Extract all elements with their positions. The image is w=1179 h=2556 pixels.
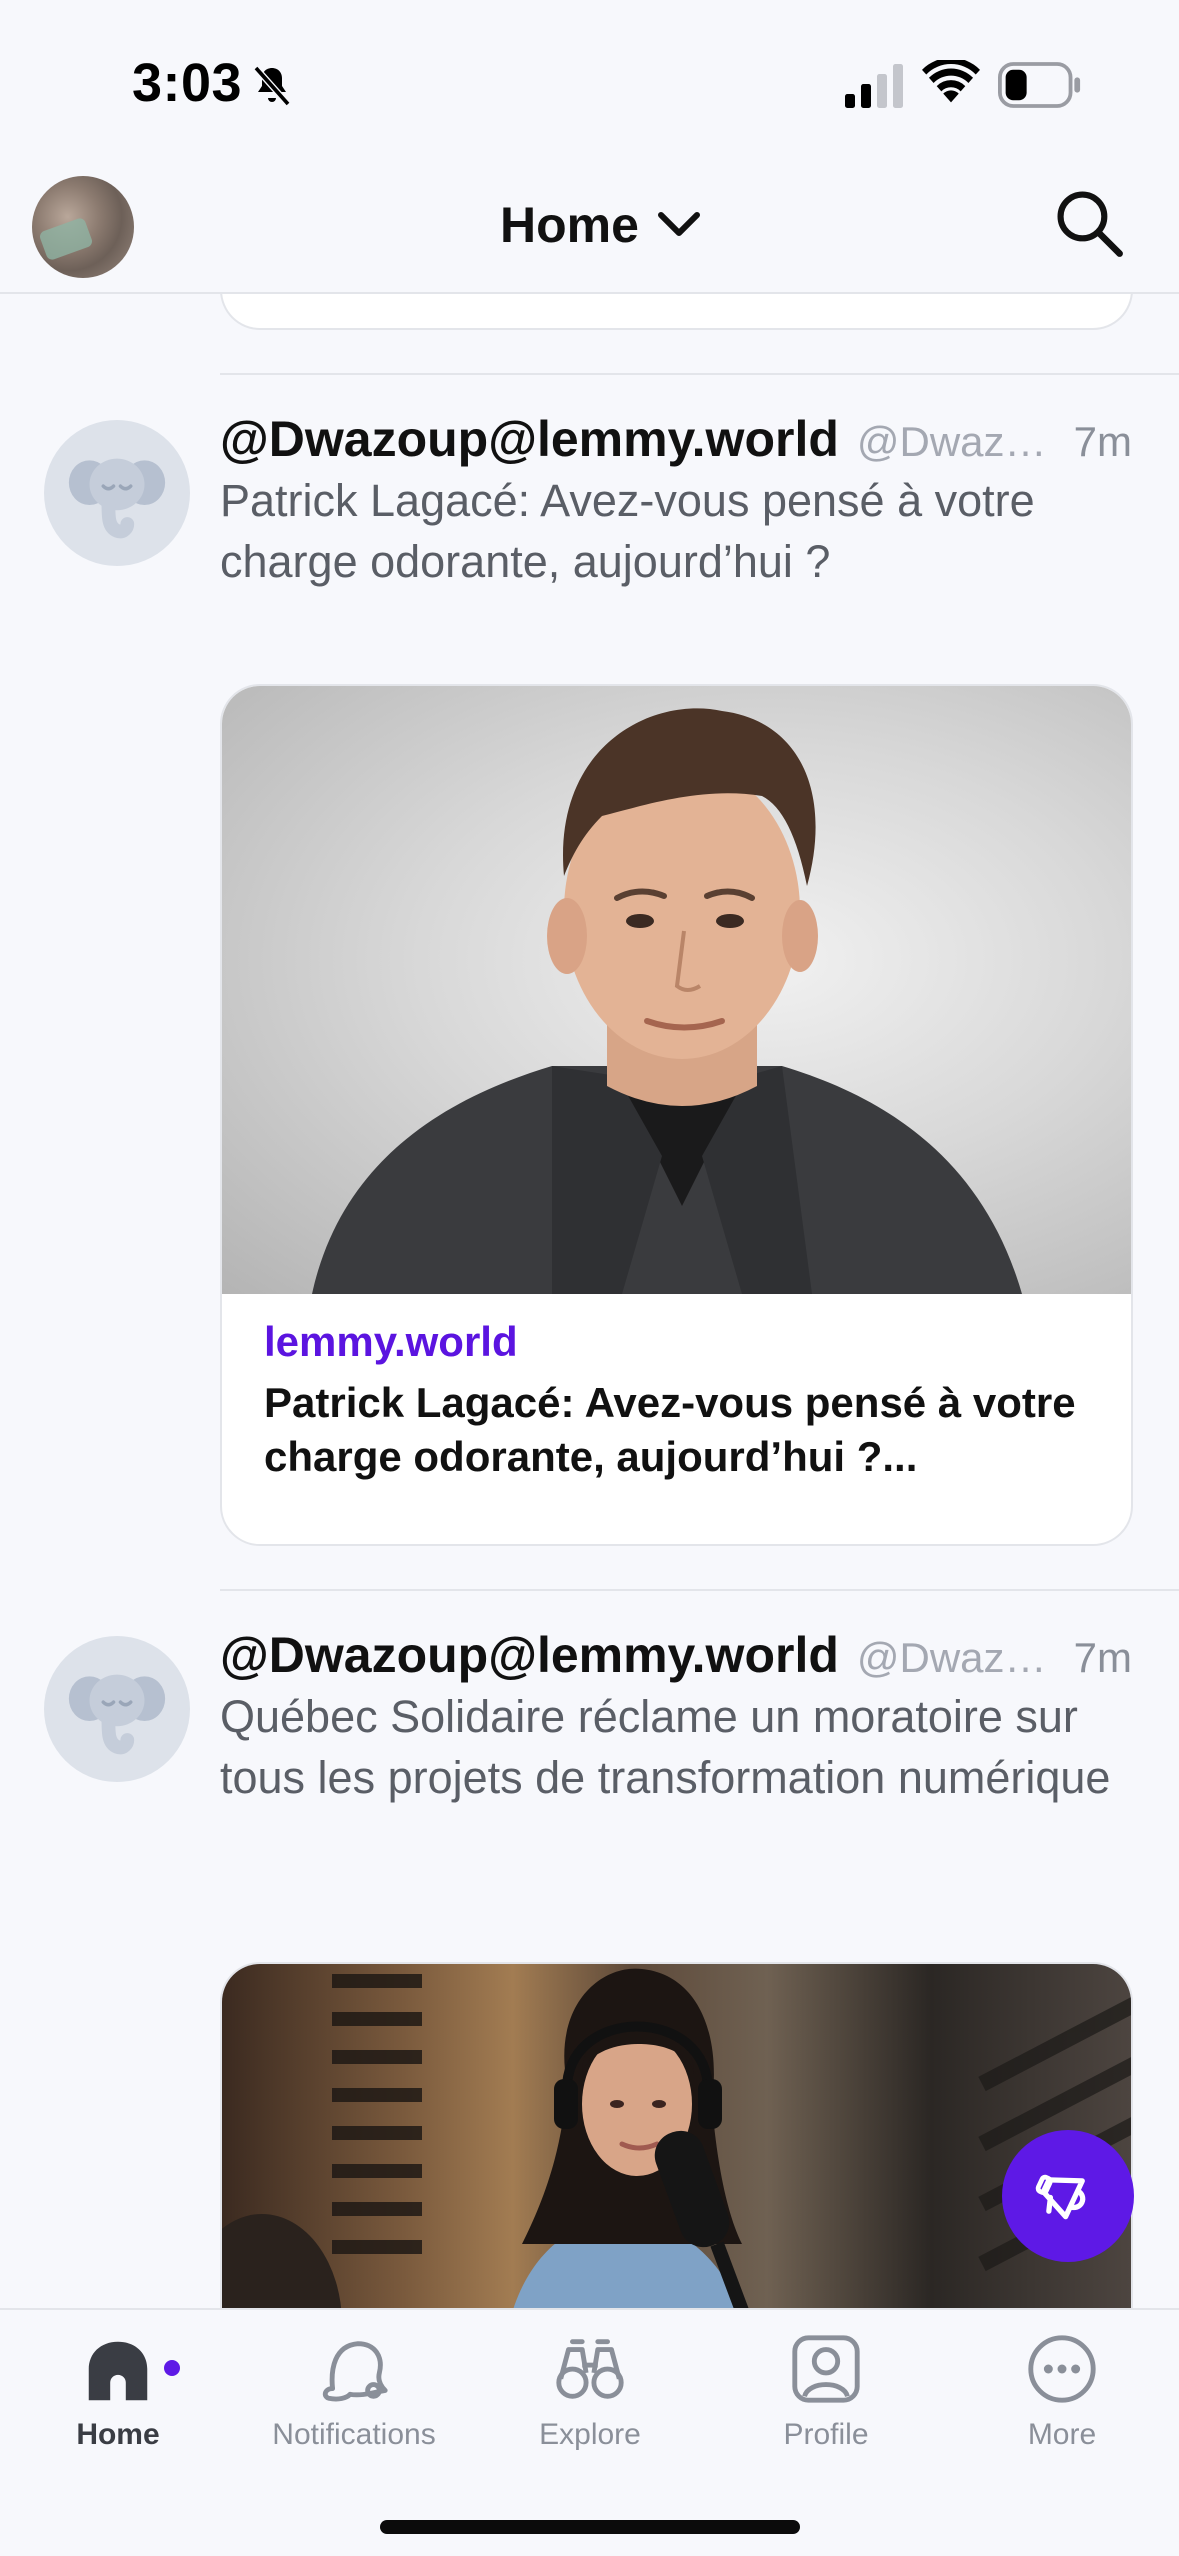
top-nav-header: Home	[0, 160, 1179, 294]
wifi-icon	[922, 60, 980, 103]
post-divider	[220, 373, 1179, 375]
screen: 3:03 Home @Dwazoup@lemmy.world @Dwaz… 7m…	[0, 0, 1179, 2556]
tab-profile[interactable]: Profile	[708, 2310, 944, 2470]
tab-label: Profile	[783, 2418, 869, 2451]
unread-indicator	[164, 2360, 180, 2376]
link-preview-card[interactable]: lemmy.world Patrick Lagacé: Avez-vous pe…	[220, 684, 1133, 1546]
post-divider	[220, 1589, 1179, 1591]
timeline-selector[interactable]: Home	[500, 196, 701, 254]
tab-home[interactable]: Home	[0, 2310, 236, 2470]
link-title: Patrick Lagacé: Avez-vous pensé à votre …	[264, 1379, 1076, 1480]
signal-icon	[845, 64, 903, 108]
post-handle: @Dwaz…	[856, 418, 1047, 465]
home-indicator[interactable]	[380, 2520, 800, 2534]
link-domain: lemmy.world	[264, 1318, 518, 1365]
link-preview-image[interactable]	[220, 1962, 1133, 2362]
chevron-down-icon	[657, 212, 700, 236]
post-text: Patrick Lagacé: Avez-vous pensé à votre …	[220, 475, 1035, 587]
account-avatar[interactable]	[32, 176, 134, 278]
search-icon[interactable]	[1054, 188, 1124, 258]
person-icon	[792, 2335, 860, 2403]
timeline-title: Home	[500, 197, 639, 253]
mastodon-elephant-icon	[68, 458, 166, 539]
post-text: Québec Solidaire réclame un moratoire su…	[220, 1691, 1111, 1803]
battery-icon	[998, 62, 1081, 108]
tab-notifications[interactable]: Notifications	[236, 2310, 472, 2470]
post-avatar[interactable]	[44, 1636, 190, 1782]
post-header: @Dwazoup@lemmy.world @Dwaz… 7m	[220, 410, 1132, 468]
status-bar: 3:03	[0, 0, 1179, 160]
tab-label: Home	[76, 2418, 160, 2451]
post-header: @Dwazoup@lemmy.world @Dwaz… 7m	[220, 1626, 1132, 1684]
post-avatar[interactable]	[44, 420, 190, 566]
megaphone-icon	[1035, 2174, 1086, 2220]
post-timestamp: 7m	[1073, 418, 1132, 465]
tab-label: Explore	[539, 2418, 641, 2451]
post-author[interactable]: @Dwazoup@lemmy.world	[220, 410, 839, 468]
tab-more[interactable]: More	[944, 2310, 1179, 2470]
compose-button[interactable]	[1002, 2130, 1134, 2262]
post-author[interactable]: @Dwazoup@lemmy.world	[220, 1626, 839, 1684]
portrait-photo	[312, 708, 1022, 1294]
mastodon-elephant-icon	[68, 1674, 166, 1755]
link-preview-image	[222, 686, 1131, 1294]
tab-explore[interactable]: Explore	[472, 2310, 708, 2470]
post-timestamp: 7m	[1073, 1634, 1132, 1681]
bell-muted-icon	[253, 65, 291, 107]
tab-label: Notifications	[272, 2418, 436, 2451]
status-time: 3:03	[132, 53, 243, 113]
tab-label: More	[1027, 2418, 1097, 2451]
bell-icon	[322, 2341, 388, 2402]
ellipsis-icon	[1028, 2335, 1096, 2403]
binoculars-icon	[556, 2339, 624, 2399]
podcast-photo	[222, 1968, 1131, 2362]
bottom-tab-bar: Home Notifications Explore Profile More	[0, 2308, 1179, 2556]
post-handle: @Dwaz…	[856, 1634, 1047, 1681]
home-icon	[88, 2341, 148, 2401]
